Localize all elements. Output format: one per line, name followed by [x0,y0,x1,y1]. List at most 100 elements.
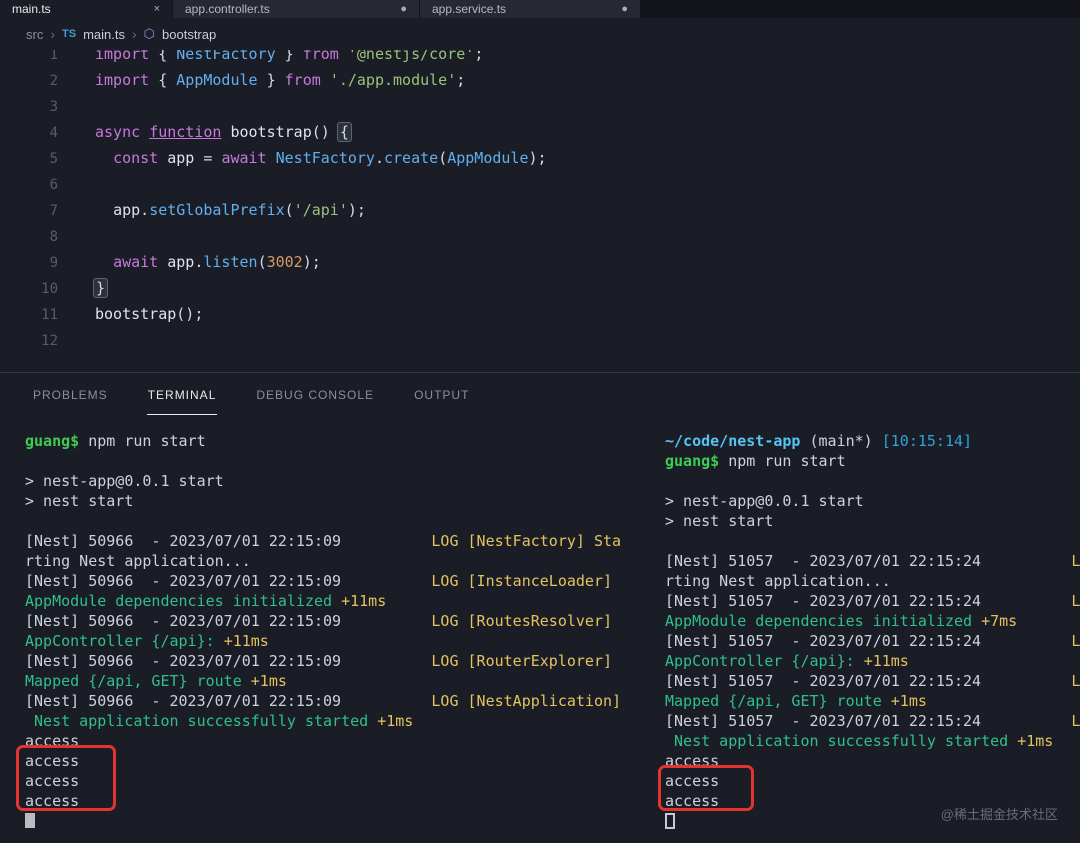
terminal-line: [Nest] 51057 - 2023/07/01 22:15:24 LOG [… [665,672,1080,690]
symbol-icon: ⬡ [143,26,156,41]
terminal-line: [Nest] 50966 - 2023/07/01 22:15:09 LOG [… [25,692,622,710]
terminal-line: [Nest] 50966 - 2023/07/01 22:15:09 LOG [… [25,572,622,590]
code-line[interactable]: 9 await app.listen(3002); [0,249,1080,275]
code-line[interactable]: 11 bootstrap(); [0,301,1080,327]
line-number: 3 [49,99,58,115]
chevron-right-icon: › [50,26,56,42]
terminal-line: [Nest] 50966 - 2023/07/01 22:15:09 LOG [… [25,532,622,550]
bottom-panel: PROBLEMS TERMINAL DEBUG CONSOLE OUTPUT guan… [0,372,1080,843]
code-line[interactable]: 8 [0,223,1080,249]
code-text: app.setGlobalPrefix('/api'); [113,201,366,219]
terminal-line: > nest-app@0.0.1 start [25,472,224,490]
line-number: 9 [49,255,58,271]
tab-label: app.controller.ts [185,2,270,16]
code-line[interactable]: 4 async function bootstrap() { [0,119,1080,145]
line-number: 5 [49,151,58,167]
terminal-line: Mapped {/api, GET} route +1ms [25,672,287,690]
code-line[interactable]: 6 [0,171,1080,197]
line-number: 7 [49,203,58,219]
code-line[interactable]: 3 [0,93,1080,119]
terminal-line: AppController {/api}: +11ms [665,652,909,670]
code-line[interactable]: 1 import { NestFactory } from '@nestjs/co… [0,50,1080,67]
code-text: import { AppModule } from './app.module'… [95,71,466,89]
line-number: 11 [41,307,58,323]
breadcrumb-item[interactable]: src [26,27,43,42]
tab-label: main.ts [12,2,51,16]
code-text: const app = await NestFactory.create(App… [113,149,547,167]
code-text: import { NestFactory } from '@nestjs/cor… [95,50,484,63]
terminal-line: [Nest] 51057 - 2023/07/01 22:15:24 LOG [… [665,632,1080,650]
terminal-line: Nest application successfully started +1… [665,732,1054,750]
panel-tab-problems[interactable]: PROBLEMS [32,376,109,414]
editor-tab-main.ts[interactable]: main.ts × [0,0,172,18]
modified-dot-icon[interactable]: ● [400,3,407,15]
line-number: 4 [49,125,58,141]
terminal-left[interactable]: guang$ npm run start > nest-app@0.0.1 sta… [25,431,640,831]
modified-dot-icon[interactable]: ● [621,3,628,15]
breadcrumb: src › TS main.ts › ⬡ bootstrap [0,18,1080,50]
code-text: await app.listen(3002); [113,253,321,271]
terminal-line: rting Nest application... [665,572,891,590]
terminal-line: > nest start [665,512,774,530]
chevron-right-icon: › [131,26,137,42]
breadcrumb-item[interactable]: bootstrap [162,27,216,42]
code-text: } [93,275,109,301]
tab-label: app.service.ts [432,2,507,16]
terminal-line: AppModule dependencies initialized +11ms [25,592,387,610]
breadcrumb-item[interactable]: main.ts [83,27,125,42]
code-text: async function bootstrap() { [95,119,352,145]
panel-tab-terminal[interactable]: TERMINAL [146,376,218,415]
terminal-line: [Nest] 50966 - 2023/07/01 22:15:09 LOG [… [25,652,622,670]
terminal-line: [Nest] 51057 - 2023/07/01 22:15:24 LOG [… [665,592,1080,610]
terminal-line: guang$ npm run start [665,452,846,470]
panel-tabs: PROBLEMS TERMINAL DEBUG CONSOLE OUTPUT [0,373,1080,417]
code-line[interactable]: 12 [0,327,1080,353]
typescript-icon: TS [62,28,77,40]
terminal-line: [Nest] 51057 - 2023/07/01 22:15:24 LOG [… [665,712,1080,730]
line-number: 2 [49,73,58,89]
terminal-line: access [25,792,80,810]
annotation-box-right [658,765,754,811]
code-text: bootstrap(); [95,305,204,323]
editor-tab-app.controller.ts[interactable]: app.controller.ts ● [173,0,419,18]
watermark: @稀土掘金技术社区 [940,807,1058,822]
editor-code[interactable]: 1 import { NestFactory } from '@nestjs/co… [0,50,1080,372]
terminal-line: ~/code/nest-app (main*) [10:15:14] [665,432,973,450]
terminal-line [25,811,640,831]
terminal-line: [Nest] 51057 - 2023/07/01 22:15:24 LOG [… [665,552,1080,570]
terminal-area[interactable]: guang$ npm run start > nest-app@0.0.1 sta… [0,417,1080,831]
line-number: 12 [41,333,58,349]
terminal-line: [Nest] 50966 - 2023/07/01 22:15:09 LOG [… [25,612,622,630]
line-number: 8 [49,229,58,245]
code-line[interactable]: 5 const app = await NestFactory.create(A… [0,145,1080,171]
terminal-line: Mapped {/api, GET} route +1ms [665,692,927,710]
line-number: 10 [41,281,58,297]
terminal-line: > nest-app@0.0.1 start [665,492,864,510]
terminal-cursor-hollow [665,813,675,829]
terminal-line: AppController {/api}: +11ms [25,632,269,650]
code-line[interactable]: 7 app.setGlobalPrefix('/api'); [0,197,1080,223]
editor-tab-app.service.ts[interactable]: app.service.ts ● [420,0,640,18]
terminal-line: access [25,752,80,770]
terminal-line: access [25,772,80,790]
terminal-cursor-solid [25,813,35,828]
tab-bar: main.ts × app.controller.ts ● app.service.ts… [0,0,1080,18]
line-number: 6 [49,177,58,193]
line-number: 1 [49,50,58,63]
annotation-box-left [16,745,116,811]
code-line[interactable]: 10} [0,275,1080,301]
close-icon[interactable]: × [154,3,160,15]
terminal-line: rting Nest application... [25,552,251,570]
terminal-line: Nest application successfully started +1… [25,712,414,730]
terminal-line: AppModule dependencies initialized +7ms [665,612,1018,630]
code-line[interactable]: 2 import { AppModule } from './app.module… [0,67,1080,93]
panel-tab-debug-console[interactable]: DEBUG CONSOLE [255,376,375,414]
terminal-line: > nest start [25,492,134,510]
panel-tab-output[interactable]: OUTPUT [413,376,470,414]
terminal-line: access [25,732,80,750]
terminal-line: guang$ npm run start [25,432,206,450]
